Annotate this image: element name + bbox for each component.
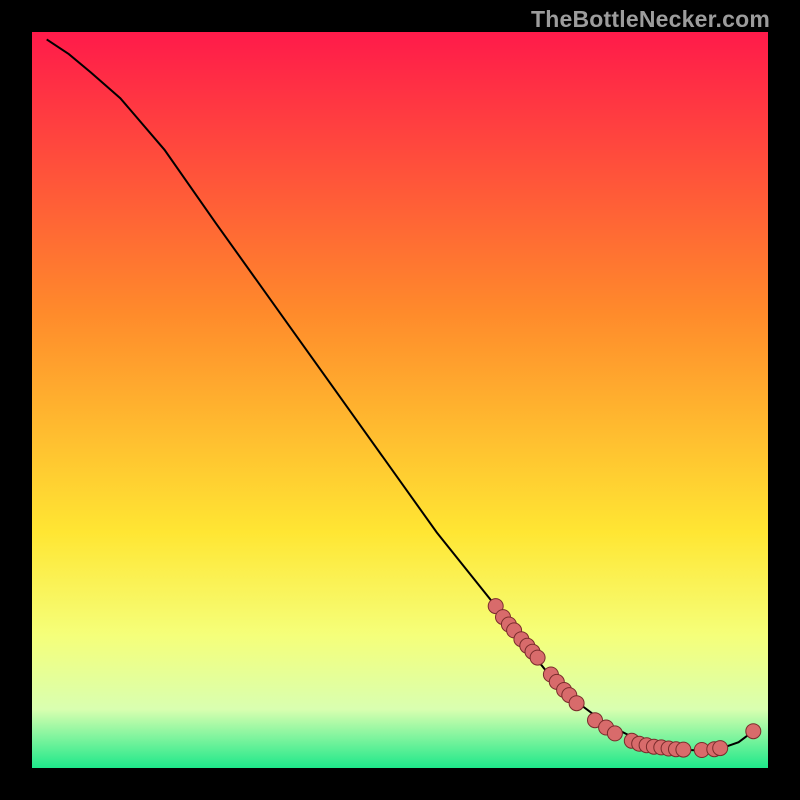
- watermark-text: TheBottleNecker.com: [531, 6, 770, 33]
- data-dot: [569, 696, 584, 711]
- data-dot: [746, 724, 761, 739]
- curve-line: [47, 39, 754, 750]
- data-dot: [607, 726, 622, 741]
- data-dot: [530, 650, 545, 665]
- plot-overlay: [32, 32, 768, 768]
- data-dot: [713, 741, 728, 756]
- data-dot: [676, 742, 691, 757]
- chart-stage: TheBottleNecker.com: [0, 0, 800, 800]
